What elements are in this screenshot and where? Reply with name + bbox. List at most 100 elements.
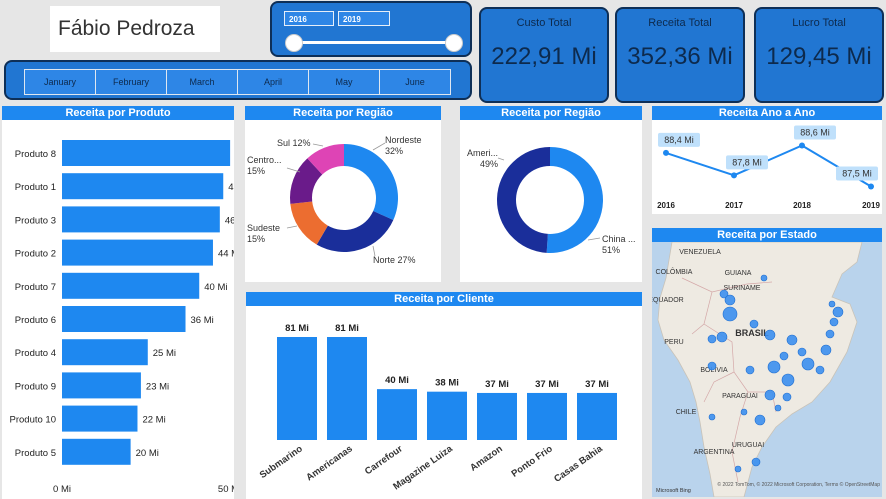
cliente-value-label: 81 Mi bbox=[335, 323, 359, 334]
ano-line-chart: 88,4 Mi 2016 87,8 Mi 2017 88,6 Mi 2018 87,5 Mi… bbox=[657, 125, 880, 210]
donut-slice bbox=[546, 147, 603, 253]
map-bubble bbox=[751, 457, 761, 467]
kpi-label: Lucro Total bbox=[792, 17, 846, 29]
cliente-category-label: Carrefour bbox=[363, 443, 405, 477]
cliente-category-label: Casas Bahia bbox=[552, 443, 605, 485]
produto-category-label: Produto 4 bbox=[15, 348, 56, 359]
kpi-custo-total: Custo Total 222,91 Mi bbox=[479, 7, 609, 103]
ano-point bbox=[868, 183, 874, 190]
donut-leader-line bbox=[372, 142, 386, 151]
donut-leader-line bbox=[286, 225, 298, 229]
ano-data-label: 88,6 Mi bbox=[800, 127, 830, 137]
year-slider-handle-start[interactable] bbox=[285, 34, 303, 52]
cliente-value-label: 38 Mi bbox=[435, 378, 459, 389]
cliente-category-label: Ponto Frio bbox=[510, 443, 555, 479]
cliente-bar bbox=[427, 391, 467, 440]
ano-x-tick: 2017 bbox=[725, 201, 743, 210]
ano-chart-panel: Receita Ano a Ano 88,4 Mi 2016 87,8 Mi 2017… bbox=[652, 106, 882, 214]
regiao2-donut-chart: China ...51% Ameri...49% bbox=[467, 147, 636, 255]
kpi-label: Custo Total bbox=[516, 17, 572, 29]
cliente-bar bbox=[527, 392, 567, 440]
map-bubble bbox=[820, 344, 832, 356]
donut-slice-label: 51% bbox=[602, 245, 620, 255]
produto-value-label: 22 Mi bbox=[142, 415, 165, 426]
map-bubble bbox=[832, 306, 844, 318]
cliente-bar bbox=[377, 389, 417, 440]
donut-slice-label: Nordeste bbox=[385, 135, 422, 145]
produto-bar bbox=[62, 372, 141, 399]
produto-category-label: Produto 1 bbox=[15, 182, 56, 193]
map-bubble bbox=[828, 300, 836, 308]
donut-slice-label: Ameri... bbox=[467, 148, 498, 158]
year-slider-track[interactable] bbox=[294, 41, 454, 44]
map-bubble bbox=[782, 392, 792, 402]
cliente-value-label: 37 Mi bbox=[485, 379, 509, 390]
map-bubble bbox=[722, 306, 738, 322]
cliente-category-label: Amazon bbox=[468, 443, 505, 473]
map-bubble bbox=[716, 331, 728, 343]
kpi-value: 222,91 Mi bbox=[491, 43, 597, 70]
produto-bar bbox=[62, 306, 186, 332]
map-country-label: BRASIL bbox=[735, 328, 769, 338]
ano-data-label: 87,8 Mi bbox=[732, 157, 762, 167]
month-button-june[interactable]: June bbox=[379, 69, 451, 95]
ano-x-tick: 2018 bbox=[793, 201, 811, 210]
map-bubble bbox=[707, 334, 717, 344]
donut-slice bbox=[316, 211, 394, 252]
map-bubble bbox=[724, 294, 736, 306]
donut-slice-label: 15% bbox=[247, 166, 265, 176]
produto-bar bbox=[62, 339, 148, 366]
donut-slice-label: Norte 27% bbox=[373, 255, 416, 265]
produto-value-label: 25 Mi bbox=[153, 348, 176, 359]
map-bubble bbox=[707, 361, 717, 371]
produto-bar bbox=[62, 173, 224, 200]
donut-leader-line bbox=[587, 237, 601, 241]
title-card: Fábio Pedroza bbox=[50, 6, 220, 52]
month-button-february[interactable]: February bbox=[95, 69, 167, 95]
produto-bar bbox=[62, 405, 138, 432]
map-bubble bbox=[801, 357, 815, 371]
map-bubble bbox=[797, 347, 807, 357]
map-bubble bbox=[767, 360, 781, 374]
produto-axis-tick: 50 Mi bbox=[218, 484, 234, 495]
donut-slice-label: Sudeste bbox=[247, 223, 280, 233]
produto-chart: Produto 849 MiProduto 147 MiProduto 346 … bbox=[10, 140, 234, 495]
month-button-january[interactable]: January bbox=[24, 69, 96, 95]
map-country-label: EQUADOR bbox=[652, 297, 684, 304]
map-bubble bbox=[825, 329, 835, 339]
produto-category-label: Produto 2 bbox=[15, 249, 56, 260]
kpi-value: 129,45 Mi bbox=[766, 43, 872, 70]
year-end-field[interactable]: 2019 bbox=[338, 11, 390, 26]
cliente-category-label: Submarino bbox=[258, 443, 305, 481]
produto-value-label: 47 Mi bbox=[228, 182, 234, 193]
cliente-value-label: 40 Mi bbox=[385, 375, 409, 386]
regiao2-chart-panel: Receita por Região China ... 51% Ameri... 4… bbox=[460, 106, 642, 282]
produto-bar bbox=[62, 438, 131, 465]
map-bubble bbox=[760, 274, 768, 282]
map-country-label: COLÔMBIA bbox=[656, 267, 693, 276]
map-view[interactable]: VENEZUELA COLÔMBIA GUIANA SURINAME EQUADOR PE… bbox=[652, 242, 882, 497]
year-start-field[interactable]: 2016 bbox=[284, 11, 334, 26]
produto-bar bbox=[62, 272, 200, 299]
cliente-bar-chart: 81 Mi Submarino 81 Mi Americanas 40 Mi Carref… bbox=[258, 323, 617, 492]
month-button-may[interactable]: May bbox=[308, 69, 380, 95]
kpi-value: 352,36 Mi bbox=[627, 43, 733, 70]
month-button-april[interactable]: April bbox=[237, 69, 309, 95]
donut-leader-line bbox=[497, 157, 505, 161]
donut-slice bbox=[496, 147, 550, 253]
donut-slice-label: China ... bbox=[602, 234, 636, 244]
month-button-march[interactable]: March bbox=[166, 69, 238, 95]
month-slicer: January February March April May June bbox=[4, 60, 472, 100]
produto-category-label: Produto 7 bbox=[15, 282, 56, 293]
year-slicer[interactable]: 2016 2019 bbox=[270, 1, 472, 57]
kpi-lucro-total: Lucro Total 129,45 Mi bbox=[754, 7, 884, 103]
cliente-category-label: Americanas bbox=[304, 443, 354, 483]
year-slider-handle-end[interactable] bbox=[445, 34, 463, 52]
produto-value-label: 40 Mi bbox=[204, 282, 227, 293]
map-bubble bbox=[745, 365, 755, 375]
map-bubble bbox=[749, 319, 759, 329]
map-bubble bbox=[781, 373, 795, 387]
produto-category-label: Produto 6 bbox=[15, 315, 56, 326]
ano-x-tick: 2016 bbox=[657, 201, 675, 210]
produto-value-label: 20 Mi bbox=[136, 448, 159, 459]
